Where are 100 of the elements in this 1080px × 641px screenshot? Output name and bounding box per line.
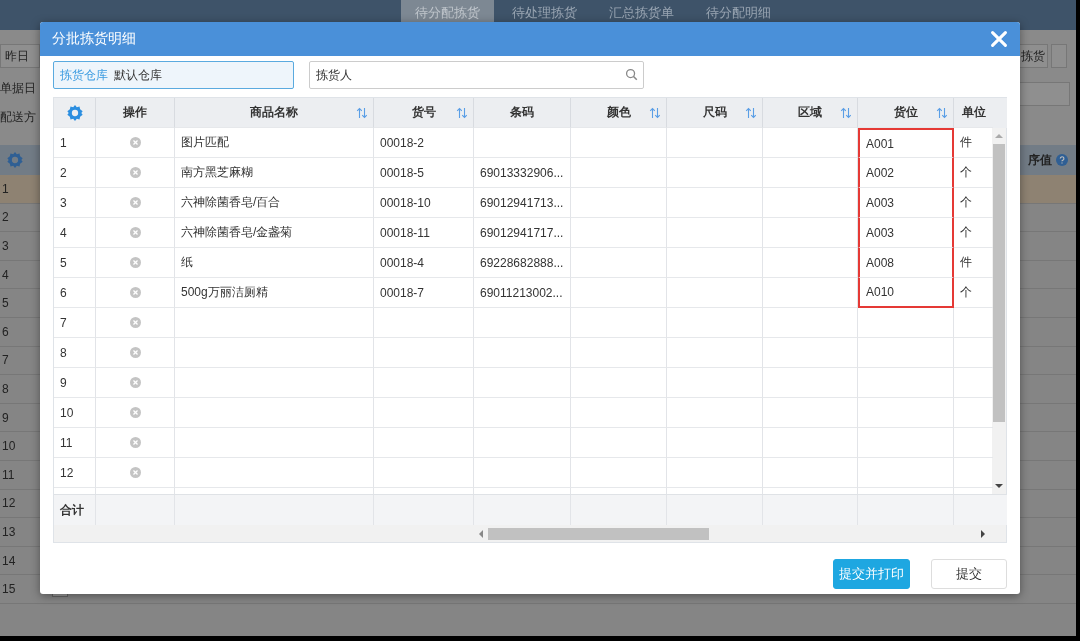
table-cell: A002 [858, 158, 954, 188]
table-cell: 69228682888... [474, 248, 571, 278]
remove-icon[interactable] [129, 377, 141, 388]
row-number: 4 [60, 225, 67, 240]
warehouse-field[interactable]: 拣货仓库 默认仓库 [53, 61, 294, 89]
table-cell: 69012941717... [474, 218, 571, 248]
header-cell[interactable]: 操作 [96, 98, 175, 128]
table-cell: 00018-10 [374, 188, 474, 218]
header-cell[interactable]: 货号 [374, 98, 474, 128]
close-button[interactable] [988, 28, 1010, 50]
header-cell[interactable]: 条码 [474, 98, 571, 128]
table-cell: 00018-4 [374, 248, 474, 278]
pick-button[interactable]: 拣货 [1018, 44, 1048, 68]
remove-icon[interactable] [129, 467, 141, 478]
remove-icon[interactable] [129, 437, 141, 448]
row-number: 1 [60, 135, 67, 150]
table-cell: 00018-7 [374, 278, 474, 308]
column-header[interactable]: 操作 [123, 104, 147, 121]
picker-field[interactable]: 拣货人 [309, 61, 644, 89]
toolbar-button[interactable] [1051, 44, 1067, 68]
row-number: 10 [60, 405, 74, 420]
row-number: 11 [1, 467, 16, 482]
column-header[interactable]: 条码 [510, 104, 534, 121]
row-number: 1 [1, 181, 10, 196]
search-icon[interactable] [625, 68, 638, 81]
remove-icon[interactable] [129, 287, 141, 298]
row-number: 5 [1, 296, 10, 311]
sort-icon[interactable] [936, 107, 948, 119]
dialog-title: 分批拣货明细 [52, 30, 136, 48]
row-number: 13 [1, 524, 17, 539]
sort-icon[interactable] [456, 107, 468, 119]
table-cell: 500g万丽洁厕精 [175, 278, 374, 308]
table-cell: 六神除菌香皂/百合 [175, 188, 374, 218]
table-cell: A003 [858, 188, 954, 218]
remove-icon[interactable] [129, 317, 141, 328]
sort-icon[interactable] [356, 107, 368, 119]
table-cell: 69013332906... [474, 158, 571, 188]
table-cell: A003 [858, 218, 954, 248]
column-header[interactable]: 货位 [893, 104, 918, 121]
remove-icon[interactable] [129, 167, 141, 178]
table-cell: 南方黑芝麻糊 [175, 158, 374, 188]
table-cell: 纸 [175, 248, 374, 278]
header-cell[interactable]: 尺码 [667, 98, 763, 128]
table-cell: 00018-5 [374, 158, 474, 188]
column-header[interactable]: 尺码 [702, 104, 727, 121]
column-header[interactable]: 商品名称 [250, 104, 298, 121]
remove-icon[interactable] [129, 197, 141, 208]
column-header[interactable]: 单位 [961, 104, 986, 121]
row-number: 8 [1, 381, 10, 396]
header-cell[interactable]: 区域 [763, 98, 858, 128]
sort-icon[interactable] [649, 107, 661, 119]
sort-icon[interactable] [745, 107, 757, 119]
row-number: 8 [60, 345, 67, 360]
table-cell: 00018-2 [374, 128, 474, 158]
table-cell: 69012941713... [474, 188, 571, 218]
row-number: 2 [60, 165, 67, 180]
column-header[interactable]: 颜色 [606, 104, 631, 121]
row-number: 9 [60, 375, 67, 390]
remove-icon[interactable] [129, 137, 141, 148]
date-button[interactable]: 昨日 [0, 44, 40, 68]
gear-icon[interactable] [6, 151, 24, 169]
remove-icon[interactable] [129, 407, 141, 418]
row-number: 4 [1, 267, 10, 282]
vertical-scrollbar[interactable] [992, 128, 1006, 494]
column-header[interactable]: 货号 [411, 104, 436, 121]
scroll-right-icon[interactable] [980, 529, 986, 538]
sort-icon[interactable] [840, 107, 852, 119]
table-cell: A008 [858, 248, 954, 278]
table-cell: 六神除菌香皂/金盏菊 [175, 218, 374, 248]
total-label: 合计 [60, 501, 84, 519]
field-label: 单据日 [0, 80, 37, 97]
column-header[interactable]: 区域 [798, 104, 822, 121]
row-number: 12 [1, 496, 17, 511]
row-number: 12 [60, 465, 74, 480]
row-number: 7 [1, 353, 10, 368]
row-number: 10 [1, 439, 17, 454]
row-number: 6 [60, 285, 67, 300]
settings-icon[interactable] [65, 103, 84, 122]
remove-icon[interactable] [129, 347, 141, 358]
row-number: 3 [60, 195, 67, 210]
help-icon[interactable] [1056, 154, 1068, 166]
row-number: 5 [60, 255, 67, 270]
column-header: 序值 [1028, 151, 1052, 169]
remove-icon[interactable] [129, 227, 141, 238]
row-number: 2 [1, 210, 10, 225]
row-number: 11 [60, 435, 73, 450]
row-number: 7 [60, 315, 67, 330]
header-cell[interactable]: 货位 [858, 98, 954, 128]
row-number: 3 [1, 239, 10, 253]
scroll-left-icon[interactable] [478, 529, 484, 538]
input-field[interactable] [1018, 82, 1070, 106]
row-number: 9 [1, 410, 10, 425]
row-number: 6 [1, 324, 10, 339]
remove-icon[interactable] [129, 257, 141, 268]
field-label: 配送方 [0, 109, 37, 126]
submit-button[interactable]: 提交 [931, 559, 1007, 589]
scroll-up-icon[interactable] [995, 133, 1003, 139]
scroll-down-icon[interactable] [995, 483, 1003, 489]
header-cell[interactable]: 颜色 [571, 98, 667, 128]
header-cell[interactable]: 商品名称 [175, 98, 374, 128]
